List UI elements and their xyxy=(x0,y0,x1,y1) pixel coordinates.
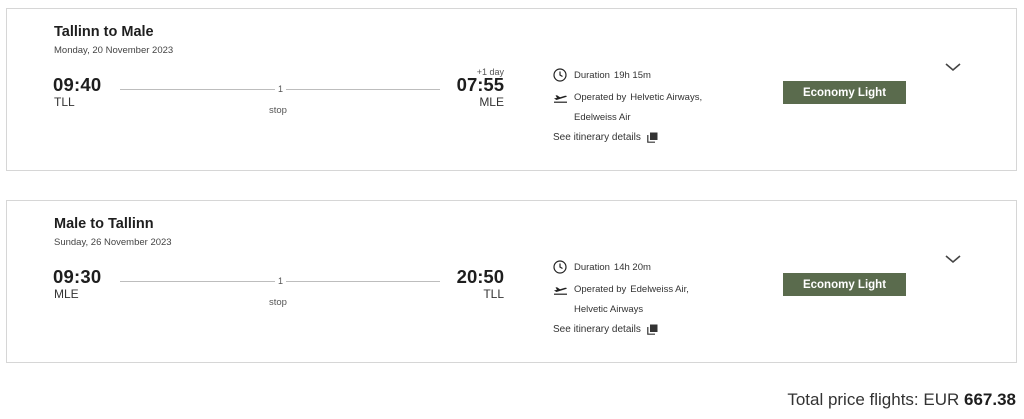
stops-label: stop xyxy=(269,105,287,116)
see-itinerary-details-link[interactable]: See itinerary details xyxy=(553,132,658,143)
plane-takeoff-icon xyxy=(553,90,569,104)
route-date: Sunday, 26 November 2023 xyxy=(54,237,172,248)
operated-by-label: Operated by xyxy=(574,91,627,103)
duration-label: Duration xyxy=(574,261,610,273)
operated-by-label: Operated by xyxy=(574,283,627,295)
total-price-amount: 667.38 xyxy=(964,390,1016,409)
clock-icon xyxy=(553,260,569,274)
external-link-icon xyxy=(647,132,658,143)
see-itinerary-details-label: See itinerary details xyxy=(553,324,641,335)
plane-takeoff-icon xyxy=(553,282,569,296)
total-price-label: Total price flights: EUR xyxy=(787,390,960,409)
stops-count: 1 xyxy=(275,276,287,286)
clock-icon xyxy=(553,68,569,82)
flight-card-outbound: Tallinn to Male Monday, 20 November 2023… xyxy=(6,8,1017,171)
chevron-down-icon[interactable] xyxy=(943,60,963,74)
duration-row: Duration 14h 20m xyxy=(553,260,651,274)
external-link-icon xyxy=(647,324,658,335)
operator-names-continued: Helvetic Airways xyxy=(574,304,644,315)
departure-airport-code: TLL xyxy=(54,95,75,109)
see-itinerary-details-label: See itinerary details xyxy=(553,132,641,143)
fare-button-economy-light[interactable]: Economy Light xyxy=(783,273,906,296)
arrival-airport-code: TLL xyxy=(483,287,504,301)
flight-card-return: Male to Tallinn Sunday, 26 November 2023… xyxy=(6,200,1017,363)
departure-time: 09:30 xyxy=(53,266,102,287)
operator-names: Helvetic Airways, xyxy=(630,91,703,103)
total-price: Total price flights: EUR 667.38 xyxy=(787,390,1016,410)
operator-names-continued: Edelweiss Air xyxy=(574,112,631,123)
duration-label: Duration xyxy=(574,69,610,81)
duration-value: 14h 20m xyxy=(613,261,651,273)
fare-button-economy-light[interactable]: Economy Light xyxy=(783,81,906,104)
see-itinerary-details-link[interactable]: See itinerary details xyxy=(553,324,658,335)
chevron-down-icon[interactable] xyxy=(943,252,963,266)
departure-time: 09:40 xyxy=(53,74,102,95)
route-date: Monday, 20 November 2023 xyxy=(54,45,174,56)
duration-row: Duration 19h 15m xyxy=(553,68,651,82)
arrival-time: 20:50 xyxy=(456,266,504,287)
arrival-time: 07:55 xyxy=(456,74,504,95)
duration-value: 19h 15m xyxy=(613,69,651,81)
arrival-airport-code: MLE xyxy=(479,95,504,109)
stops-label: stop xyxy=(269,297,287,308)
operator-row: Operated by Helvetic Airways, xyxy=(553,90,702,104)
stops-count: 1 xyxy=(275,84,287,94)
route-title: Tallinn to Male xyxy=(54,24,154,40)
operator-row: Operated by Edelweiss Air, xyxy=(553,282,689,296)
operator-names: Edelweiss Air, xyxy=(630,283,689,295)
route-title: Male to Tallinn xyxy=(54,216,154,232)
departure-airport-code: MLE xyxy=(54,287,79,301)
